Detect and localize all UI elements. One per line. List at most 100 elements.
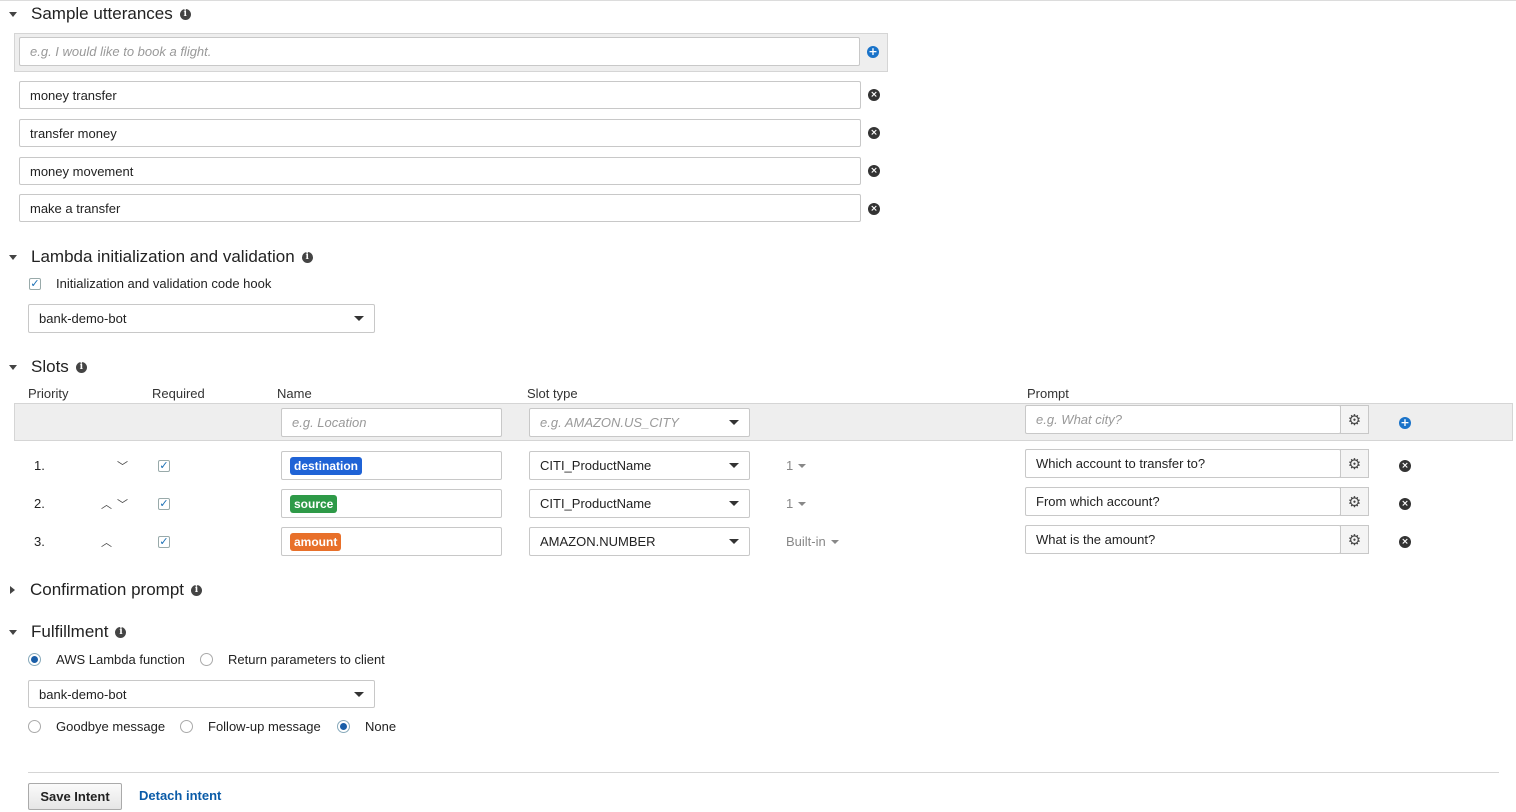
collapse-caret-icon[interactable] — [9, 11, 17, 17]
new-slot-prompt-input[interactable]: e.g. What city? — [1025, 405, 1341, 434]
slot-priority: 2. — [34, 496, 45, 511]
required-checkbox[interactable]: ✓ — [158, 536, 170, 548]
utterance-item[interactable]: money transfer — [19, 81, 861, 109]
slot-name-tag: amount — [290, 532, 342, 551]
slot-type-select[interactable]: CITI_ProductName — [529, 451, 750, 480]
gear-icon[interactable]: ⚙ — [1340, 487, 1369, 516]
remove-utterance-icon[interactable]: × — [868, 127, 880, 139]
confirmation-header[interactable]: Confirmation prompt i — [10, 580, 203, 600]
init-function-select[interactable]: bank-demo-bot — [28, 304, 375, 333]
detach-intent-link[interactable]: Detach intent — [139, 788, 221, 803]
utterance-item[interactable]: make a transfer — [19, 194, 861, 222]
utterance-item[interactable]: money movement — [19, 157, 861, 185]
collapse-caret-icon[interactable] — [9, 364, 17, 370]
slot-name-field[interactable]: source — [281, 489, 502, 518]
followup-message-radio[interactable] — [180, 720, 193, 733]
remove-slot-icon[interactable]: × — [1399, 460, 1411, 472]
section-title: Lambda initialization and validation — [31, 247, 295, 266]
slot-version-select[interactable]: Built-in — [786, 534, 839, 549]
move-up-icon[interactable]: ︿ — [101, 496, 112, 512]
return-params-label: Return parameters to client — [228, 652, 385, 667]
new-utterance-input[interactable]: e.g. I would like to book a flight. — [19, 37, 860, 66]
expand-caret-icon[interactable] — [10, 586, 15, 594]
slot-name-field[interactable]: amount — [281, 527, 502, 556]
dropdown-arrow-icon — [729, 539, 739, 544]
remove-utterance-icon[interactable]: × — [868, 89, 880, 101]
remove-slot-icon[interactable]: × — [1399, 498, 1411, 510]
dropdown-arrow-icon — [354, 316, 364, 321]
select-value: bank-demo-bot — [39, 311, 127, 326]
utterance-text: money transfer — [30, 87, 117, 103]
dropdown-arrow-icon — [729, 501, 739, 506]
remove-slot-icon[interactable]: × — [1399, 536, 1411, 548]
section-title: Sample utterances — [31, 4, 173, 23]
col-required: Required — [152, 386, 205, 401]
sample-utterances-header[interactable]: Sample utterances i — [9, 4, 191, 24]
select-value: bank-demo-bot — [39, 686, 127, 702]
info-icon[interactable]: i — [179, 8, 191, 20]
info-icon[interactable]: i — [75, 361, 87, 373]
section-title: Slots — [31, 357, 69, 376]
slot-prompt-input[interactable]: From which account? — [1025, 487, 1341, 516]
info-icon[interactable]: i — [301, 251, 313, 263]
remove-utterance-icon[interactable]: × — [868, 203, 880, 215]
remove-utterance-icon[interactable]: × — [868, 165, 880, 177]
slots-header[interactable]: Slots i — [9, 357, 87, 377]
fulfillment-function-select[interactable]: bank-demo-bot — [28, 680, 375, 708]
slot-name-tag: source — [290, 494, 338, 513]
prompt-text: Which account to transfer to? — [1036, 456, 1206, 471]
utterance-text: transfer money — [30, 125, 117, 141]
save-intent-button[interactable]: Save Intent — [28, 783, 122, 810]
slot-version-select[interactable]: 1 — [786, 496, 807, 511]
version-value: 1 — [786, 458, 794, 473]
gear-icon[interactable]: ⚙ — [1340, 525, 1369, 554]
name-placeholder: e.g. Location — [292, 415, 367, 430]
move-down-icon[interactable]: ﹀ — [117, 496, 128, 512]
col-slot-type: Slot type — [527, 386, 578, 401]
gear-icon[interactable]: ⚙ — [1340, 405, 1369, 434]
slot-version-select[interactable]: 1 — [786, 458, 807, 473]
col-prompt: Prompt — [1027, 386, 1069, 401]
type-placeholder: e.g. AMAZON.US_CITY — [540, 415, 679, 430]
lambda-function-label: AWS Lambda function — [56, 652, 185, 667]
slot-priority: 1. — [34, 458, 45, 473]
goodbye-message-radio[interactable] — [28, 720, 41, 733]
col-priority: Priority — [28, 386, 69, 401]
utterance-item[interactable]: transfer money — [19, 119, 861, 147]
prompt-text: What is the amount? — [1036, 532, 1156, 547]
new-slot-type-select[interactable]: e.g. AMAZON.US_CITY — [529, 408, 750, 437]
footer-divider — [28, 772, 1499, 773]
none-message-radio[interactable] — [337, 720, 350, 733]
collapse-caret-icon[interactable] — [9, 254, 17, 260]
lambda-function-radio[interactable] — [28, 653, 41, 666]
move-up-icon[interactable]: ︿ — [101, 534, 112, 550]
init-hook-checkbox[interactable]: ✓ — [29, 278, 41, 290]
dropdown-arrow-icon — [798, 463, 807, 468]
new-slot-name-input[interactable]: e.g. Location — [281, 408, 502, 437]
return-params-radio[interactable] — [200, 653, 213, 666]
move-down-icon[interactable]: ﹀ — [117, 458, 128, 474]
info-icon[interactable]: i — [115, 626, 127, 638]
slot-type-select[interactable]: CITI_ProductName — [529, 489, 750, 518]
info-icon[interactable]: i — [191, 584, 203, 596]
none-message-label: None — [365, 719, 397, 734]
version-value: Built-in — [786, 534, 826, 549]
utterance-placeholder: e.g. I would like to book a flight. — [30, 44, 212, 59]
dropdown-arrow-icon — [830, 539, 839, 544]
slot-prompt-input[interactable]: What is the amount? — [1025, 525, 1341, 554]
collapse-caret-icon[interactable] — [9, 629, 17, 635]
required-checkbox[interactable]: ✓ — [158, 460, 170, 472]
utterance-text: make a transfer — [30, 200, 121, 216]
top-divider — [0, 0, 1516, 1]
select-value: AMAZON.NUMBER — [540, 534, 656, 549]
required-checkbox[interactable]: ✓ — [158, 498, 170, 510]
lambda-init-header[interactable]: Lambda initialization and validation i — [9, 247, 313, 267]
gear-icon[interactable]: ⚙ — [1340, 449, 1369, 478]
slot-name-field[interactable]: destination — [281, 451, 502, 480]
add-utterance-icon[interactable]: + — [867, 46, 879, 58]
utterance-text: money movement — [30, 163, 134, 179]
slot-prompt-input[interactable]: Which account to transfer to? — [1025, 449, 1341, 478]
fulfillment-header[interactable]: Fulfillment i — [9, 622, 127, 642]
add-slot-icon[interactable]: + — [1399, 417, 1411, 429]
slot-type-select[interactable]: AMAZON.NUMBER — [529, 527, 750, 556]
